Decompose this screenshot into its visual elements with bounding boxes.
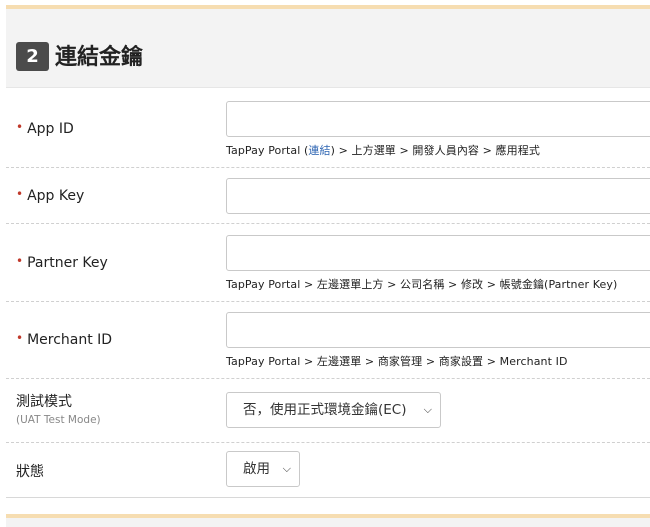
step-badge: 2: [16, 42, 49, 71]
chevron-down-icon: ⌵: [423, 403, 432, 416]
app-key-label: • App Key: [16, 187, 85, 204]
merchant-id-input[interactable]: [226, 312, 650, 348]
test-mode-label: 測試模式: [16, 394, 72, 410]
app-id-row: • App ID TapPay Portal (連結) > 上方選單 > 開發人員…: [6, 91, 650, 168]
required-marker: •: [16, 187, 24, 201]
status-select[interactable]: 啟用 ⌵: [226, 451, 300, 487]
next-panel-edge: [6, 514, 650, 527]
partner-key-input[interactable]: [226, 235, 650, 271]
merchant-id-hint: TapPay Portal > 左邊選單 > 商家管理 > 商家設置 > Mer…: [226, 355, 568, 368]
chevron-down-icon: ⌵: [282, 462, 291, 475]
partner-key-row: • Partner Key TapPay Portal > 左邊選單上方 > 公司…: [6, 224, 650, 302]
app-key-row: • App Key: [6, 168, 650, 224]
app-id-label: • App ID: [16, 120, 74, 137]
app-id-input[interactable]: [226, 101, 650, 137]
test-mode-row: 測試模式 (UAT Test Mode) 否，使用正式環境金鑰(EC) ⌵: [6, 379, 650, 443]
status-label: 狀態: [16, 464, 44, 480]
panel-title: 連結金鑰: [55, 45, 144, 70]
required-marker: •: [16, 120, 24, 134]
settings-panel: 2 連結金鑰 • App ID TapPay Portal (連結) > 上方選單…: [6, 5, 650, 498]
app-key-input[interactable]: [226, 178, 650, 214]
partner-key-hint: TapPay Portal > 左邊選單上方 > 公司名稱 > 修改 > 帳號金…: [226, 278, 618, 291]
partner-key-label: • Partner Key: [16, 254, 108, 271]
portal-link[interactable]: 連結: [308, 144, 330, 157]
test-mode-sublabel: (UAT Test Mode): [16, 414, 101, 426]
merchant-id-label: • Merchant ID: [16, 331, 113, 348]
merchant-id-row: • Merchant ID TapPay Portal > 左邊選單 > 商家管理…: [6, 302, 650, 379]
required-marker: •: [16, 331, 24, 345]
panel-header: 2 連結金鑰: [6, 9, 650, 88]
required-marker: •: [16, 254, 24, 268]
test-mode-select[interactable]: 否，使用正式環境金鑰(EC) ⌵: [226, 392, 441, 428]
app-id-hint: TapPay Portal (連結) > 上方選單 > 開發人員內容 > 應用程…: [226, 144, 540, 157]
status-row: 狀態 啟用 ⌵: [6, 443, 650, 498]
